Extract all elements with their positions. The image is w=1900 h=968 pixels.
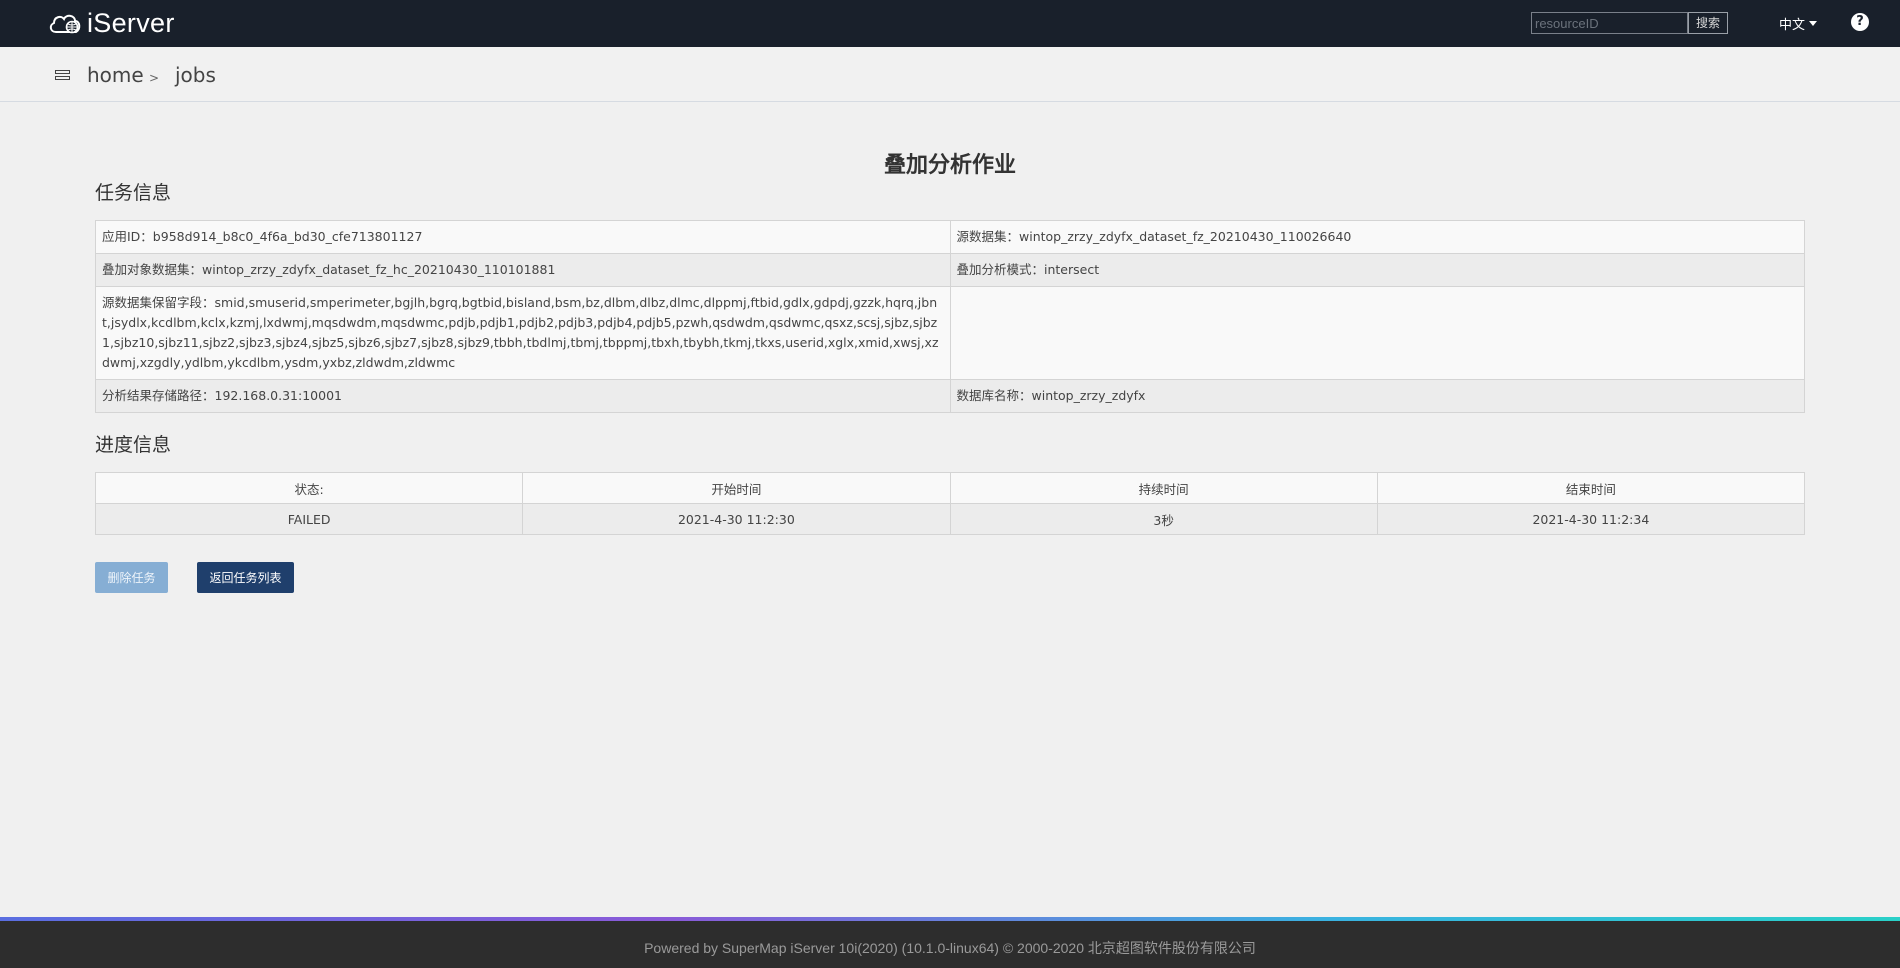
duration-value: 3秒 — [949, 503, 1378, 535]
logo[interactable]: iServer — [47, 6, 175, 40]
breadcrumb-home-link[interactable]: home — [87, 63, 144, 87]
column-header: 结束时间 — [1376, 472, 1806, 504]
start-time-value: 2021-4-30 11:2:30 — [522, 503, 951, 535]
resource-id-search-input[interactable] — [1531, 12, 1688, 34]
delete-task-button[interactable]: 删除任务 — [95, 562, 168, 593]
task-info-cell: 源数据集保留字段：smid,smuserid,smperimeter,bgjlh… — [95, 286, 951, 380]
table-row: 应用ID：b958d914_b8c0_4f6a_bd30_cfe71380112… — [95, 220, 1805, 254]
table-row: 源数据集保留字段：smid,smuserid,smperimeter,bgjlh… — [95, 286, 1805, 380]
cloud-globe-icon — [49, 14, 81, 34]
back-to-job-list-button[interactable]: 返回任务列表 — [197, 562, 294, 593]
end-time-value: 2021-4-30 11:2:34 — [1376, 503, 1806, 535]
search-button[interactable]: 搜索 — [1688, 12, 1728, 34]
breadcrumb: home > jobs — [0, 47, 1900, 102]
task-info-cell: 应用ID：b958d914_b8c0_4f6a_bd30_cfe71380112… — [95, 220, 951, 254]
column-header: 状态: — [94, 472, 524, 504]
language-dropdown[interactable]: 中文 — [1779, 14, 1818, 33]
task-info-cell: 源数据集：wintop_zrzy_zdyfx_dataset_fz_202104… — [949, 220, 1805, 254]
help-icon[interactable]: ? — [1851, 13, 1869, 31]
caret-down-icon — [1809, 21, 1818, 26]
page-title: 叠加分析作业 — [883, 153, 1016, 178]
table-header-row: 状态: 开始时间 持续时间 结束时间 — [94, 472, 1806, 504]
task-info-cell: 分析结果存储路径：192.168.0.31:10001 — [95, 379, 951, 413]
top-navbar: iServer 搜索 中文 ? — [0, 0, 1900, 47]
column-header: 持续时间 — [949, 472, 1378, 504]
task-info-table: 应用ID：b958d914_b8c0_4f6a_bd30_cfe71380112… — [95, 220, 1805, 413]
table-row: 叠加对象数据集：wintop_zrzy_zdyfx_dataset_fz_hc_… — [95, 253, 1805, 287]
task-info-cell: 叠加对象数据集：wintop_zrzy_zdyfx_dataset_fz_hc_… — [95, 253, 951, 287]
breadcrumb-separator-icon: > — [149, 71, 160, 85]
footer: Powered by SuperMap iServer 10i(2020) (1… — [0, 921, 1900, 968]
footer-text: Powered by SuperMap iServer 10i(2020) (1… — [644, 940, 1256, 956]
task-info-heading: 任务信息 — [95, 182, 172, 204]
table-row: 分析结果存储路径：192.168.0.31:10001 数据库名称：wintop… — [95, 379, 1805, 413]
task-info-cell: 数据库名称：wintop_zrzy_zdyfx — [949, 379, 1805, 413]
progress-table: 状态: 开始时间 持续时间 结束时间 FAILED 2021-4-30 11:2… — [94, 472, 1806, 535]
breadcrumb-current: jobs — [175, 63, 216, 87]
language-label: 中文 — [1779, 18, 1806, 33]
task-info-cell: 叠加分析模式：intersect — [949, 253, 1805, 287]
status-value: FAILED — [94, 503, 524, 535]
menu-icon[interactable] — [55, 70, 70, 82]
column-header: 开始时间 — [522, 472, 951, 504]
progress-info-heading: 进度信息 — [95, 434, 172, 456]
logo-text: iServer — [87, 7, 175, 38]
task-info-cell — [949, 286, 1805, 380]
table-row: FAILED 2021-4-30 11:2:30 3秒 2021-4-30 11… — [94, 503, 1806, 535]
